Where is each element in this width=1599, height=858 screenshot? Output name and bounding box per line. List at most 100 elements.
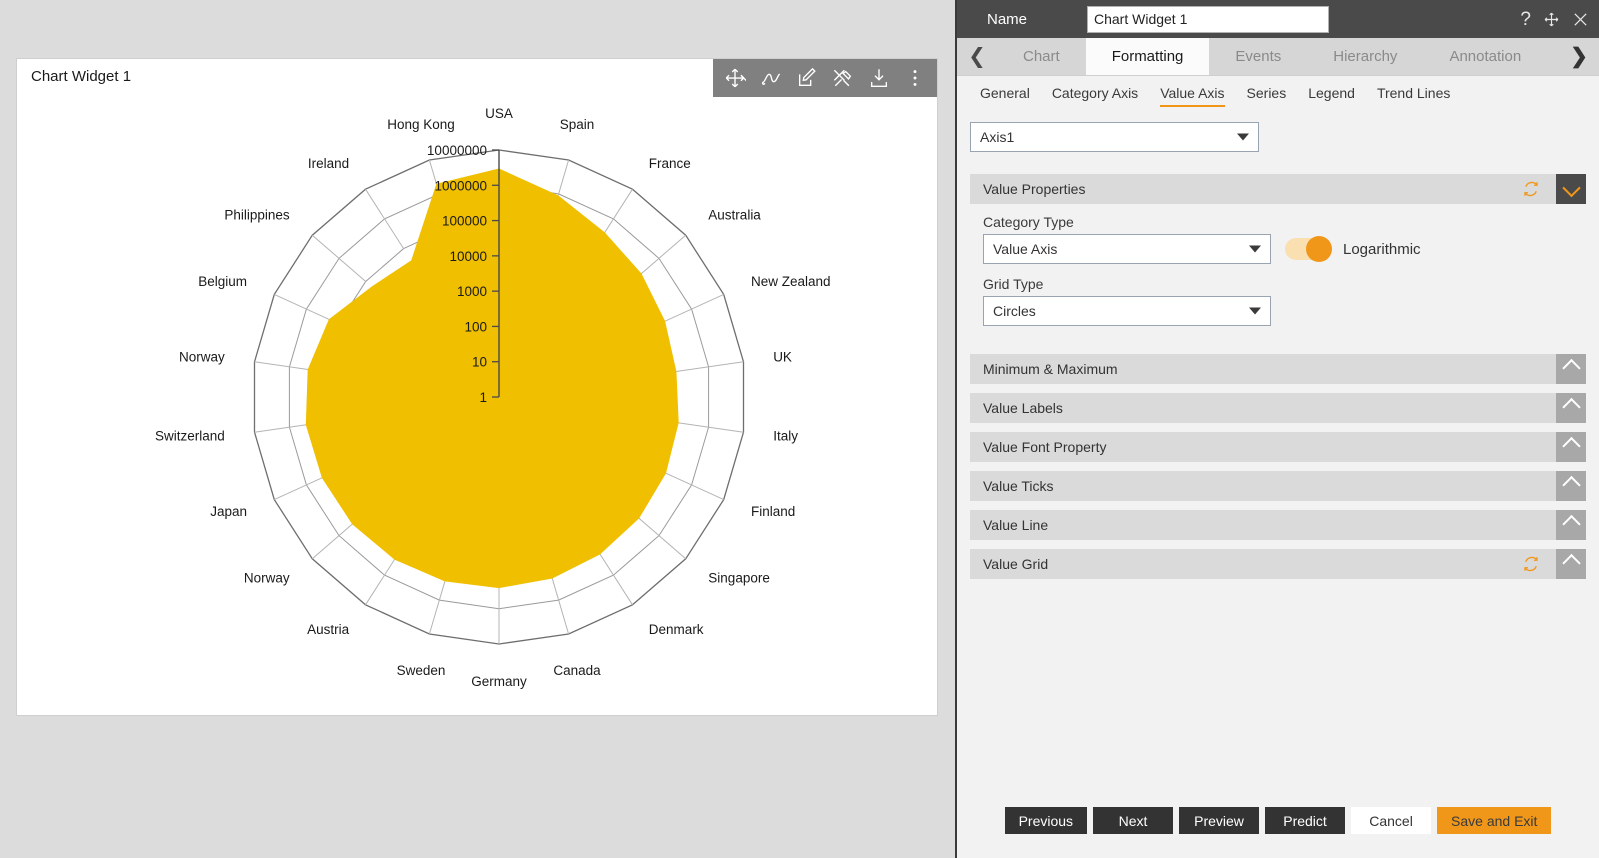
value-properties-body: Category Type Value Axis Logarithmic Gri…: [970, 204, 1586, 340]
widget-title: Chart Widget 1: [31, 68, 132, 85]
svg-text:Philippines: Philippines: [224, 208, 290, 223]
help-icon[interactable]: ?: [1520, 10, 1531, 29]
panel-button-bar: Previous Next Preview Predict Cancel Sav…: [957, 807, 1599, 834]
svg-text:Norway: Norway: [244, 570, 290, 585]
radar-chart[interactable]: 1 10 100 1000 10000 100000 1000000 10000000 USA S…: [17, 97, 937, 715]
section-label: Value Labels: [983, 400, 1063, 416]
svg-text:Austria: Austria: [307, 622, 350, 637]
svg-text:Singapore: Singapore: [708, 570, 770, 585]
category-type-select[interactable]: Value Axis: [983, 234, 1271, 264]
logarithmic-toggle[interactable]: [1285, 236, 1332, 262]
svg-text:Norway: Norway: [179, 350, 225, 365]
value-properties-title: Value Properties: [983, 181, 1086, 197]
tab-annotation[interactable]: Annotation: [1423, 38, 1547, 75]
sub-tab-bar: General Category Axis Value Axis Series …: [957, 76, 1599, 110]
svg-text:1: 1: [479, 390, 487, 405]
svg-text:Italy: Italy: [773, 428, 798, 443]
radar-chart-svg: 1 10 100 1000 10000 100000 1000000 10000000 USA S…: [155, 106, 831, 689]
previous-button[interactable]: Previous: [1004, 807, 1088, 834]
svg-text:Spain: Spain: [560, 117, 595, 132]
edit-icon[interactable]: [789, 59, 825, 97]
section-collapse-toggle[interactable]: [1556, 549, 1586, 579]
refresh-icon[interactable]: [1522, 555, 1540, 573]
tab-events[interactable]: Events: [1209, 38, 1307, 75]
section-value-grid[interactable]: Value Grid: [970, 549, 1586, 579]
subtab-category-axis[interactable]: Category Axis: [1041, 76, 1149, 110]
chevron-down-icon: [1249, 245, 1261, 253]
subtab-trend-lines[interactable]: Trend Lines: [1366, 76, 1461, 110]
section-label: Value Grid: [983, 556, 1049, 572]
svg-text:Japan: Japan: [210, 504, 247, 519]
section-collapse-toggle[interactable]: [1556, 354, 1586, 384]
preview-button[interactable]: Preview: [1179, 807, 1260, 834]
axis-select-value: Axis1: [980, 129, 1015, 145]
section-collapse-toggle[interactable]: [1556, 393, 1586, 423]
section-label: Minimum & Maximum: [983, 361, 1118, 377]
svg-text:Switzerland: Switzerland: [155, 428, 225, 443]
tab-hierarchy[interactable]: Hierarchy: [1307, 38, 1423, 75]
svg-text:10000: 10000: [449, 249, 487, 264]
svg-text:Denmark: Denmark: [649, 622, 704, 637]
close-icon[interactable]: [1572, 11, 1589, 28]
svg-text:10000000: 10000000: [427, 143, 487, 158]
svg-text:1000: 1000: [457, 284, 487, 299]
save-and-exit-button[interactable]: Save and Exit: [1437, 807, 1552, 834]
widget-name-input[interactable]: [1087, 5, 1329, 33]
section-value-ticks[interactable]: Value Ticks: [970, 471, 1586, 501]
value-properties-header[interactable]: Value Properties: [970, 174, 1586, 204]
section-value-line[interactable]: Value Line: [970, 510, 1586, 540]
logarithmic-label: Logarithmic: [1343, 240, 1421, 258]
svg-text:100000: 100000: [442, 214, 487, 229]
section-label: Value Font Property: [983, 439, 1107, 455]
more-vertical-icon[interactable]: [897, 59, 933, 97]
grid-type-value: Circles: [993, 303, 1036, 319]
svg-text:UK: UK: [773, 350, 792, 365]
freehand-icon[interactable]: [753, 59, 789, 97]
chart-widget[interactable]: Chart Widget 1 1 10 100 1000 10000 10000…: [16, 58, 938, 716]
section-value-font-property[interactable]: Value Font Property: [970, 432, 1586, 462]
window-controls: ?: [1520, 0, 1589, 38]
move-icon[interactable]: [717, 59, 753, 97]
section-collapse-toggle[interactable]: [1556, 510, 1586, 540]
chevron-down-icon: [1249, 307, 1261, 315]
cancel-button[interactable]: Cancel: [1351, 807, 1432, 834]
svg-text:Ireland: Ireland: [308, 156, 349, 171]
value-properties-collapse-toggle[interactable]: [1556, 174, 1586, 204]
download-icon[interactable]: [861, 59, 897, 97]
subtab-value-axis[interactable]: Value Axis: [1149, 76, 1235, 110]
svg-text:Australia: Australia: [708, 208, 761, 223]
section-value-labels[interactable]: Value Labels: [970, 393, 1586, 423]
tabs-prev-arrow[interactable]: ❮: [957, 38, 997, 75]
value-properties-section: Value Properties Category Type Value Axi…: [970, 174, 1586, 340]
svg-text:Hong Kong: Hong Kong: [387, 117, 455, 132]
chevron-down-icon: [1237, 133, 1249, 141]
axis-select[interactable]: Axis1: [970, 122, 1259, 152]
tab-formatting[interactable]: Formatting: [1085, 38, 1210, 75]
section-collapse-toggle[interactable]: [1556, 432, 1586, 462]
section-label: Value Line: [983, 517, 1049, 533]
svg-text:New Zealand: New Zealand: [751, 274, 831, 289]
predict-button[interactable]: Predict: [1265, 807, 1346, 834]
widget-toolbar: [713, 59, 937, 97]
section-collapse-toggle[interactable]: [1556, 471, 1586, 501]
panel-titlebar: Name ?: [957, 0, 1599, 38]
svg-text:10: 10: [472, 355, 487, 370]
next-button[interactable]: Next: [1093, 807, 1174, 834]
grid-type-select[interactable]: Circles: [983, 296, 1271, 326]
section-minimum-maximum[interactable]: Minimum & Maximum: [970, 354, 1586, 384]
refresh-icon[interactable]: [1522, 180, 1540, 198]
panel-body: Axis1 Value Properties Category Type Val…: [957, 110, 1599, 579]
tabs-next-arrow[interactable]: ❯: [1559, 38, 1599, 75]
subtab-series[interactable]: Series: [1236, 76, 1298, 110]
svg-text:1000000: 1000000: [434, 178, 487, 193]
svg-text:Sweden: Sweden: [397, 663, 446, 678]
section-label: Value Ticks: [983, 478, 1054, 494]
tab-chart[interactable]: Chart: [997, 38, 1086, 75]
subtab-general[interactable]: General: [969, 76, 1041, 110]
svg-text:Canada: Canada: [553, 663, 601, 678]
app-root: Chart Widget 1 1 10 100 1000 10000 10000…: [0, 0, 1599, 858]
svg-text:USA: USA: [485, 106, 513, 121]
subtab-legend[interactable]: Legend: [1297, 76, 1366, 110]
tools-icon[interactable]: [825, 59, 861, 97]
move-icon[interactable]: [1543, 11, 1560, 28]
